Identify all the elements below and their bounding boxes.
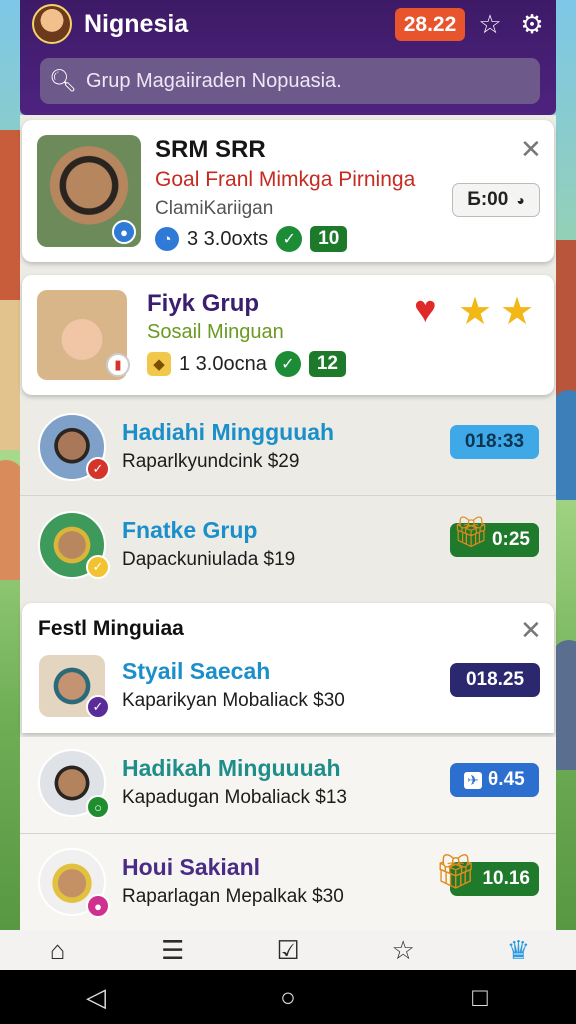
group-card[interactable]: ▮ Fiyk Grup Sosail Minguan ◆ 1 3.0ocna ✓…: [22, 275, 554, 395]
crown-icon[interactable]: ♛: [461, 930, 576, 970]
message-icon: ✈: [464, 771, 483, 789]
row-title: Hadiahi Mingguuah: [122, 419, 335, 445]
timer-text: 0:25: [491, 529, 530, 550]
back-icon[interactable]: ◁: [66, 982, 126, 1013]
home-circle-icon[interactable]: ○: [258, 982, 318, 1013]
heart-icon[interactable]: ♥: [414, 289, 437, 332]
recents-icon[interactable]: □: [450, 982, 510, 1013]
timer-text: Б:00: [467, 189, 509, 210]
stat-text: 1 3.0ocna: [179, 352, 267, 375]
row-title: Houi Sakianl: [122, 854, 261, 880]
status-check-icon: ✓: [86, 457, 110, 481]
search-icon: 🔍︎: [49, 68, 77, 93]
timer-text: 10.16: [482, 868, 530, 889]
card-title: SRM SRR: [155, 136, 266, 163]
card-stats: ◆ 1 3.0ocna ✓ 12: [147, 351, 346, 377]
star-icon: ★: [458, 291, 493, 333]
timer-badge[interactable]: 018.25: [450, 663, 540, 697]
card-subtitle: Goal Franl Mimkga Pirninga: [155, 168, 416, 191]
clock-icon: ◕: [516, 192, 525, 208]
timer-text: θ.45: [488, 769, 525, 790]
status-check-icon: ✓: [86, 555, 110, 579]
status-icon: ○: [86, 795, 110, 819]
timer-badge[interactable]: 018:33: [450, 425, 539, 459]
bottom-nav: ⌂ ☰ ☑ ☆ ♛: [0, 930, 576, 970]
app-header: Nignesia 28.22 ☆ ⚙ 🔍︎: [20, 0, 556, 115]
close-icon[interactable]: ✕: [520, 617, 542, 643]
gear-icon[interactable]: ⚙: [518, 10, 546, 38]
system-nav-bar: ◁ ○ □: [0, 970, 576, 1024]
online-status-icon: ●: [112, 220, 136, 244]
coin-counter[interactable]: 28.22: [395, 8, 465, 41]
check-box-icon[interactable]: ☑: [230, 930, 345, 970]
verified-check-icon: ✓: [274, 351, 301, 377]
shield-icon: ◆: [147, 352, 171, 376]
count-badge: 12: [308, 351, 346, 377]
list-item[interactable]: ✓ Hadiahi Mingguuah Raparlkyundcink $29 …: [20, 405, 556, 501]
timer-badge[interactable]: ✈ θ.45: [450, 763, 539, 797]
group-list: ● SRM SRR Goal Franl Mimkga Pirninga Cla…: [20, 115, 556, 930]
row-title: Hadikah Minguuuah: [122, 755, 341, 781]
row-subtitle: Kapadugan Mobaliack $13: [122, 787, 348, 808]
row-subtitle: Raparlkyundcink $29: [122, 451, 300, 472]
app-title: Nignesia: [84, 10, 189, 38]
row-subtitle: Dapackuniulada $19: [122, 549, 296, 570]
gift-icon: 🎁︎: [452, 516, 491, 549]
section-title: Festl Minguiaa: [38, 617, 184, 640]
stat-text: 3 3.0oxts: [187, 227, 269, 250]
status-icon: ●: [86, 894, 110, 918]
section-card: Festl Minguiaa ✕ ✓ Styail Saecah Kaparik…: [22, 603, 554, 733]
star-outline-icon[interactable]: ☆: [476, 10, 504, 38]
home-icon[interactable]: ⌂: [0, 930, 115, 970]
row-subtitle: Raparlagan Mepalkak $30: [122, 886, 344, 907]
list-item[interactable]: ○ Hadikah Minguuuah Kapadugan Mobaliack …: [20, 737, 556, 833]
count-badge: 10: [310, 226, 348, 252]
app-avatar[interactable]: [32, 4, 72, 44]
star-icon: ★: [500, 291, 535, 333]
close-icon[interactable]: ✕: [520, 136, 542, 162]
verified-check-icon: ✓: [276, 226, 303, 252]
group-card[interactable]: ● SRM SRR Goal Franl Mimkga Pirninga Cla…: [22, 120, 554, 262]
card-meta: ClamiKariigan: [155, 198, 274, 219]
list-icon[interactable]: ☰: [115, 930, 230, 970]
status-check-icon: ✓: [86, 695, 110, 719]
timer-button[interactable]: Б:00 ◕: [452, 183, 540, 217]
row-title: Styail Saecah: [122, 658, 271, 684]
list-item[interactable]: ✓ Fnatke Grup Dapackuniulada $19 0:25 🎁︎: [20, 503, 556, 599]
row-subtitle: Kaparikyan Mobaliack $30: [122, 690, 345, 711]
divider: [20, 495, 556, 496]
battery-icon: ▮: [106, 353, 130, 377]
search-bar[interactable]: 🔍︎: [40, 58, 540, 104]
gift-icon: 🎁︎: [434, 853, 478, 891]
star-icon[interactable]: ☆: [346, 930, 461, 970]
search-input[interactable]: [86, 69, 540, 93]
globe-icon: ◔: [155, 227, 179, 251]
row-title: Fnatke Grup: [122, 517, 258, 543]
card-title: Fiyk Grup: [147, 290, 260, 317]
list-item[interactable]: ● Houi Sakianl Raparlagan Mepalkak $30 1…: [20, 834, 556, 930]
card-subtitle: Sosail Minguan: [147, 321, 284, 343]
card-stats: ◔ 3 3.0oxts ✓ 10: [155, 226, 348, 252]
